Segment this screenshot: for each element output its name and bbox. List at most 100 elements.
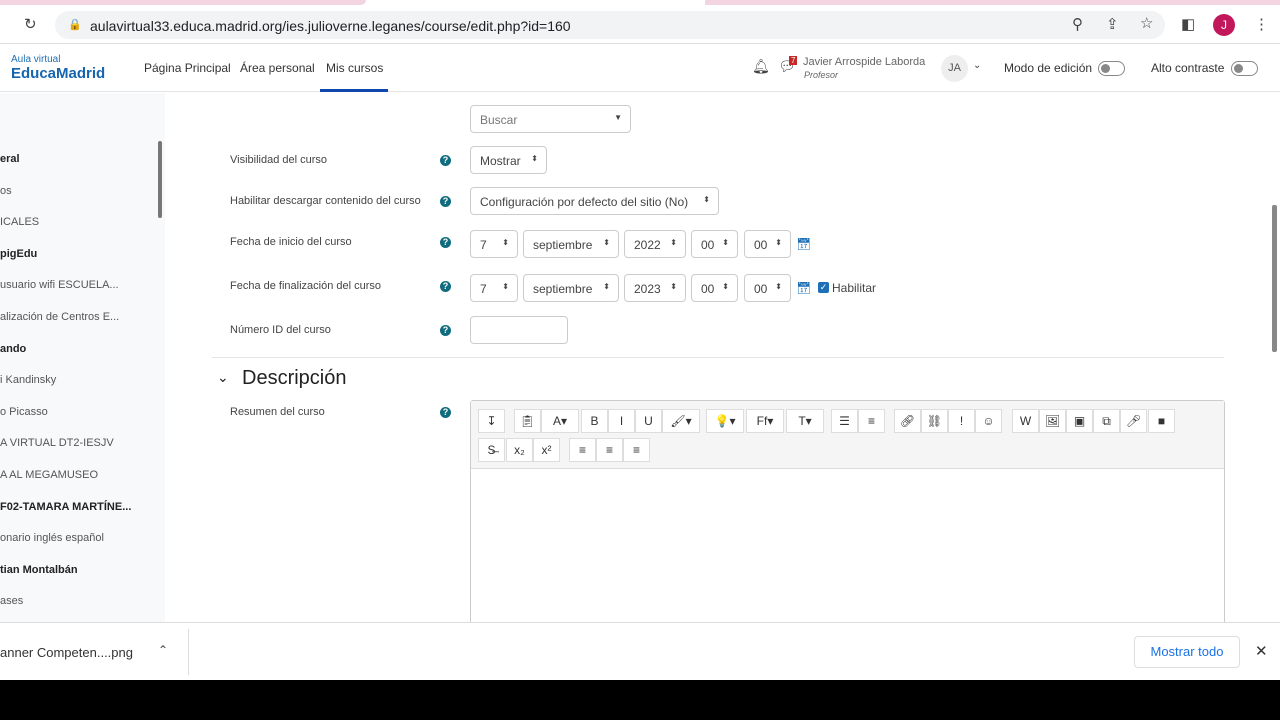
sidebar-item[interactable]: tian Montalbán <box>0 564 78 576</box>
sidebar-item[interactable]: A AL MEGAMUSEO <box>0 469 98 481</box>
strikethrough-icon[interactable]: S̶ <box>478 438 505 462</box>
sidebar-item[interactable]: eral <box>0 153 20 165</box>
calendar-icon[interactable]: 📅︎ <box>796 281 811 295</box>
close-icon[interactable]: ✕ <box>1255 642 1268 660</box>
align-right-icon[interactable]: ≡ <box>623 438 650 462</box>
high-contrast-toggle[interactable] <box>1231 61 1258 76</box>
sidebar-item[interactable]: usuario wifi ESCUELA... <box>0 279 119 291</box>
sidebar-item[interactable]: F02-TAMARA MARTÍNE... <box>0 501 131 513</box>
bell-icon[interactable]: 🔔︎ <box>752 58 770 75</box>
omnibox[interactable]: 🔒 aulavirtual33.educa.madrid.org/ies.jul… <box>55 11 1165 39</box>
help-icon[interactable]: ? <box>440 281 451 292</box>
emoji-icon[interactable]: ☺ <box>975 409 1002 433</box>
insert-icon[interactable]: ↧ <box>478 409 505 433</box>
search-select[interactable]: Buscar ▼ <box>470 105 631 133</box>
start-year-select[interactable]: 2022 ⬍ <box>624 230 686 258</box>
zoom-icon[interactable]: ⚲ <box>1072 15 1083 33</box>
sidebar-item[interactable]: ases <box>0 595 23 607</box>
browser-tab[interactable] <box>705 0 1280 5</box>
start-minute-select[interactable]: 00 ⬍ <box>744 230 791 258</box>
underline-icon[interactable]: U <box>635 409 662 433</box>
sidebar-scrollbar[interactable] <box>158 141 162 218</box>
star-icon[interactable]: ☆ <box>1140 14 1153 32</box>
help-icon[interactable]: ? <box>440 155 451 166</box>
media-icon[interactable]: ▣ <box>1066 409 1093 433</box>
nav-mis-cursos[interactable]: Mis cursos <box>326 61 383 75</box>
sidebar-item[interactable]: o Picasso <box>0 406 48 418</box>
download-file[interactable]: anner Competen....png <box>0 645 133 660</box>
updown-icon: ⬍ <box>502 282 509 291</box>
reload-icon[interactable]: ↻ <box>24 15 37 33</box>
calendar-icon[interactable]: 📅︎ <box>796 237 811 251</box>
start-day-select[interactable]: 7 ⬍ <box>470 230 518 258</box>
sidebar-item[interactable]: i Kandinsky <box>0 374 56 386</box>
emphasis-icon[interactable]: ! <box>948 409 975 433</box>
end-month-select[interactable]: septiembre ⬍ <box>523 274 619 302</box>
superscript-icon[interactable]: x² <box>533 438 560 462</box>
word-icon[interactable]: W <box>1012 409 1039 433</box>
sidebar-item[interactable]: pigEdu <box>0 248 37 260</box>
microphone-icon[interactable]: 🎤︎ <box>1120 409 1147 433</box>
nav-pagina-principal[interactable]: Página Principal <box>144 61 231 75</box>
bulb-icon[interactable]: 💡▾ <box>706 409 744 433</box>
nav-area-personal[interactable]: Área personal <box>240 61 315 75</box>
editor-content-area[interactable] <box>471 470 1224 629</box>
download-select[interactable]: Configuración por defecto del sitio (No)… <box>470 187 719 215</box>
help-icon[interactable]: ? <box>440 196 451 207</box>
visibility-select[interactable]: Mostrar ⬍ <box>470 146 547 174</box>
start-hour-select[interactable]: 00 ⬍ <box>691 230 738 258</box>
paste-icon[interactable]: 📋︎ <box>514 409 541 433</box>
menu-icon[interactable]: ⋮ <box>1254 15 1269 33</box>
edit-mode-toggle[interactable] <box>1098 61 1125 76</box>
numbered-list-icon[interactable]: ≡ <box>858 409 885 433</box>
chevron-down-icon[interactable]: ⌄ <box>217 369 229 386</box>
sidebar-item[interactable]: alización de Centros E... <box>0 311 119 323</box>
logo[interactable]: EducaMadrid <box>11 65 105 82</box>
sidebar-item[interactable]: A VIRTUAL DT2-IESJV <box>0 437 114 449</box>
link-icon[interactable]: 🔗︎ <box>894 409 921 433</box>
sidebar-item[interactable]: ando <box>0 343 26 355</box>
unlink-icon[interactable]: ⛓ <box>921 409 948 433</box>
subscript-icon[interactable]: x₂ <box>506 438 533 462</box>
page-scrollbar[interactable] <box>1272 205 1277 352</box>
font-color-icon[interactable]: A▾ <box>541 409 579 433</box>
chevron-down-icon[interactable]: ⌄ <box>973 60 981 71</box>
align-center-icon[interactable]: ≡ <box>596 438 623 462</box>
enable-end-date-checkbox[interactable]: ✓ <box>818 282 829 293</box>
italic-icon[interactable]: I <box>608 409 635 433</box>
end-minute-select[interactable]: 00 ⬍ <box>744 274 791 302</box>
end-hour-select[interactable]: 00 ⬍ <box>691 274 738 302</box>
end-day-select[interactable]: 7 ⬍ <box>470 274 518 302</box>
chevron-up-icon[interactable]: ⌃ <box>158 643 168 657</box>
align-left-icon[interactable]: ≡ <box>569 438 596 462</box>
help-icon[interactable]: ? <box>440 237 451 248</box>
summary-editor: ↧ 📋︎ A▾ B I U 🖌▾ 💡▾ Ff▾ T▾ ☰ ≡ 🔗︎ ⛓! ☺ W 🖼︎ ▣ ⧉ 🎤︎ ■ S̶ x₂ x² ≡ ≡… <box>470 400 1225 630</box>
sidebar-item[interactable]: onario inglés español <box>0 532 104 544</box>
video-icon[interactable]: ■ <box>1148 409 1175 433</box>
sidebar-item[interactable]: os <box>0 185 12 197</box>
profile-avatar[interactable]: J <box>1213 14 1235 36</box>
copy-icon[interactable]: ⧉ <box>1093 409 1120 433</box>
browser-tab[interactable] <box>0 0 366 5</box>
image-icon[interactable]: 🖼︎ <box>1039 409 1066 433</box>
bold-icon[interactable]: B <box>581 409 608 433</box>
side-panel-icon[interactable]: ◧ <box>1181 15 1195 33</box>
show-all-button[interactable]: Mostrar todo <box>1134 636 1240 668</box>
font-family-icon[interactable]: Ff▾ <box>746 409 784 433</box>
url-text[interactable]: aulavirtual33.educa.madrid.org/ies.julio… <box>90 18 571 34</box>
lock-icon[interactable]: 🔒 <box>68 18 82 31</box>
help-icon[interactable]: ? <box>440 407 451 418</box>
font-size-icon[interactable]: T▾ <box>786 409 824 433</box>
brush-icon[interactable]: 🖌▾ <box>662 409 700 433</box>
user-avatar[interactable]: JA <box>941 55 968 82</box>
start-month-select[interactable]: septiembre ⬍ <box>523 230 619 258</box>
end-year-select[interactable]: 2023 ⬍ <box>624 274 686 302</box>
bullet-list-icon[interactable]: ☰ <box>831 409 858 433</box>
sidebar-item[interactable]: ICALES <box>0 216 39 228</box>
share-icon[interactable]: ⇪ <box>1106 15 1119 33</box>
visibility-label: Visibilidad del curso <box>230 154 328 166</box>
idnumber-input[interactable] <box>470 316 568 344</box>
help-icon[interactable]: ? <box>440 325 451 336</box>
user-name[interactable]: Javier Arrospide Laborda <box>803 56 925 68</box>
section-heading-descripcion[interactable]: Descripción <box>242 367 346 390</box>
